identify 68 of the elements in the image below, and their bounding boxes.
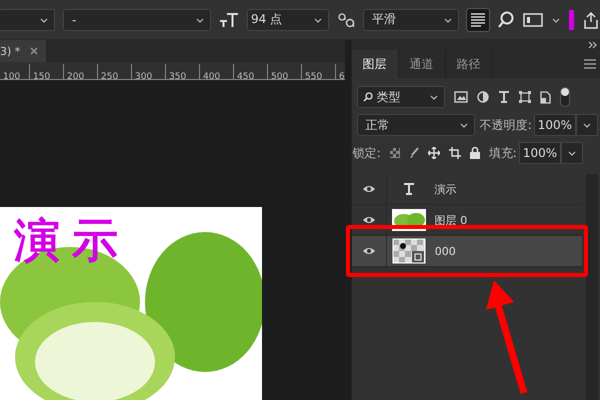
- ruler-label: 250: [100, 71, 118, 79]
- blend-mode-dropdown[interactable]: 正常: [356, 114, 475, 136]
- ruler-label: 300: [134, 71, 152, 79]
- filter-toggle-icon[interactable]: [560, 87, 570, 107]
- ruler-label: 350: [168, 71, 186, 79]
- panel-tab[interactable]: 路径: [446, 50, 493, 78]
- ruler-label: 450: [236, 71, 254, 79]
- type-layer-icon: [402, 183, 415, 195]
- eye-icon[interactable]: [362, 246, 376, 256]
- fill-label: 填充:: [488, 144, 517, 162]
- ruler-label: 200: [66, 71, 84, 79]
- search-icon[interactable]: [497, 10, 515, 28]
- layer-row[interactable]: 000: [352, 236, 582, 267]
- move-icon[interactable]: [428, 147, 440, 159]
- ruler-label: 550: [304, 71, 322, 79]
- layer-name: 演示: [434, 182, 457, 196]
- layer-name: 图层 0: [434, 212, 468, 228]
- font-size-dropdown[interactable]: 94 点: [247, 8, 329, 30]
- font-size-icon: [219, 12, 239, 28]
- share-icon[interactable]: [582, 10, 600, 28]
- ruler-label: 500: [270, 71, 288, 79]
- caret-icon: [567, 149, 578, 157]
- shape-filter-icon[interactable]: [518, 91, 531, 103]
- adjustment-filter-icon[interactable]: [476, 91, 489, 103]
- type-filter-icon[interactable]: [498, 91, 510, 103]
- layer-row[interactable]: 演示: [352, 174, 582, 205]
- ruler-label: 150: [32, 71, 50, 79]
- eye-icon[interactable]: [362, 184, 376, 194]
- font-style-dropdown[interactable]: -: [63, 8, 211, 30]
- document-tab[interactable]: 3) *: [0, 40, 46, 62]
- caret-icon: [582, 121, 592, 129]
- menu-icon[interactable]: [584, 59, 596, 69]
- panel-icon[interactable]: [523, 12, 543, 26]
- close-icon[interactable]: [30, 47, 38, 55]
- panel-tab[interactable]: 图层: [352, 50, 399, 78]
- panel-tab[interactable]: 通道: [398, 50, 446, 78]
- scrollbar[interactable]: [586, 174, 598, 400]
- document-title: 3) *: [0, 44, 20, 58]
- caret-icon: [443, 16, 453, 24]
- search-icon: [362, 92, 373, 102]
- opacity-label: 不透明度:: [480, 116, 532, 134]
- caret-icon: [313, 16, 323, 24]
- collapse-icon[interactable]: [588, 41, 598, 49]
- caret-icon: [428, 93, 439, 101]
- antialias-dropdown[interactable]: 平滑: [363, 8, 459, 30]
- filter-dropdown[interactable]: 类型: [356, 86, 445, 108]
- fill-field[interactable]: 100%: [518, 142, 562, 164]
- align-left-icon[interactable]: [467, 8, 489, 30]
- lock-label: 锁定:: [352, 144, 381, 162]
- caret-icon[interactable]: [551, 16, 561, 24]
- caret-icon: [195, 16, 205, 24]
- antialias-icon: [337, 12, 355, 28]
- crop-icon[interactable]: [448, 147, 461, 159]
- caret-icon: [39, 16, 49, 24]
- smart-object-filter-icon[interactable]: [540, 90, 551, 104]
- ruler-label: 400: [202, 71, 220, 79]
- lock-icon[interactable]: [470, 147, 480, 159]
- layer-name: 000: [434, 244, 456, 258]
- color-swatch[interactable]: [569, 10, 574, 30]
- eye-icon[interactable]: [362, 215, 376, 225]
- caret-icon: [458, 121, 469, 129]
- brush-icon[interactable]: [408, 147, 419, 159]
- lock-transparent-icon[interactable]: [390, 148, 400, 158]
- image-filter-icon[interactable]: [454, 91, 468, 103]
- opacity-field[interactable]: 100%: [534, 114, 576, 136]
- ruler-label: 100: [2, 71, 20, 79]
- smart-object-thumbnail: [392, 238, 426, 264]
- ruler-label: 6: [338, 71, 345, 79]
